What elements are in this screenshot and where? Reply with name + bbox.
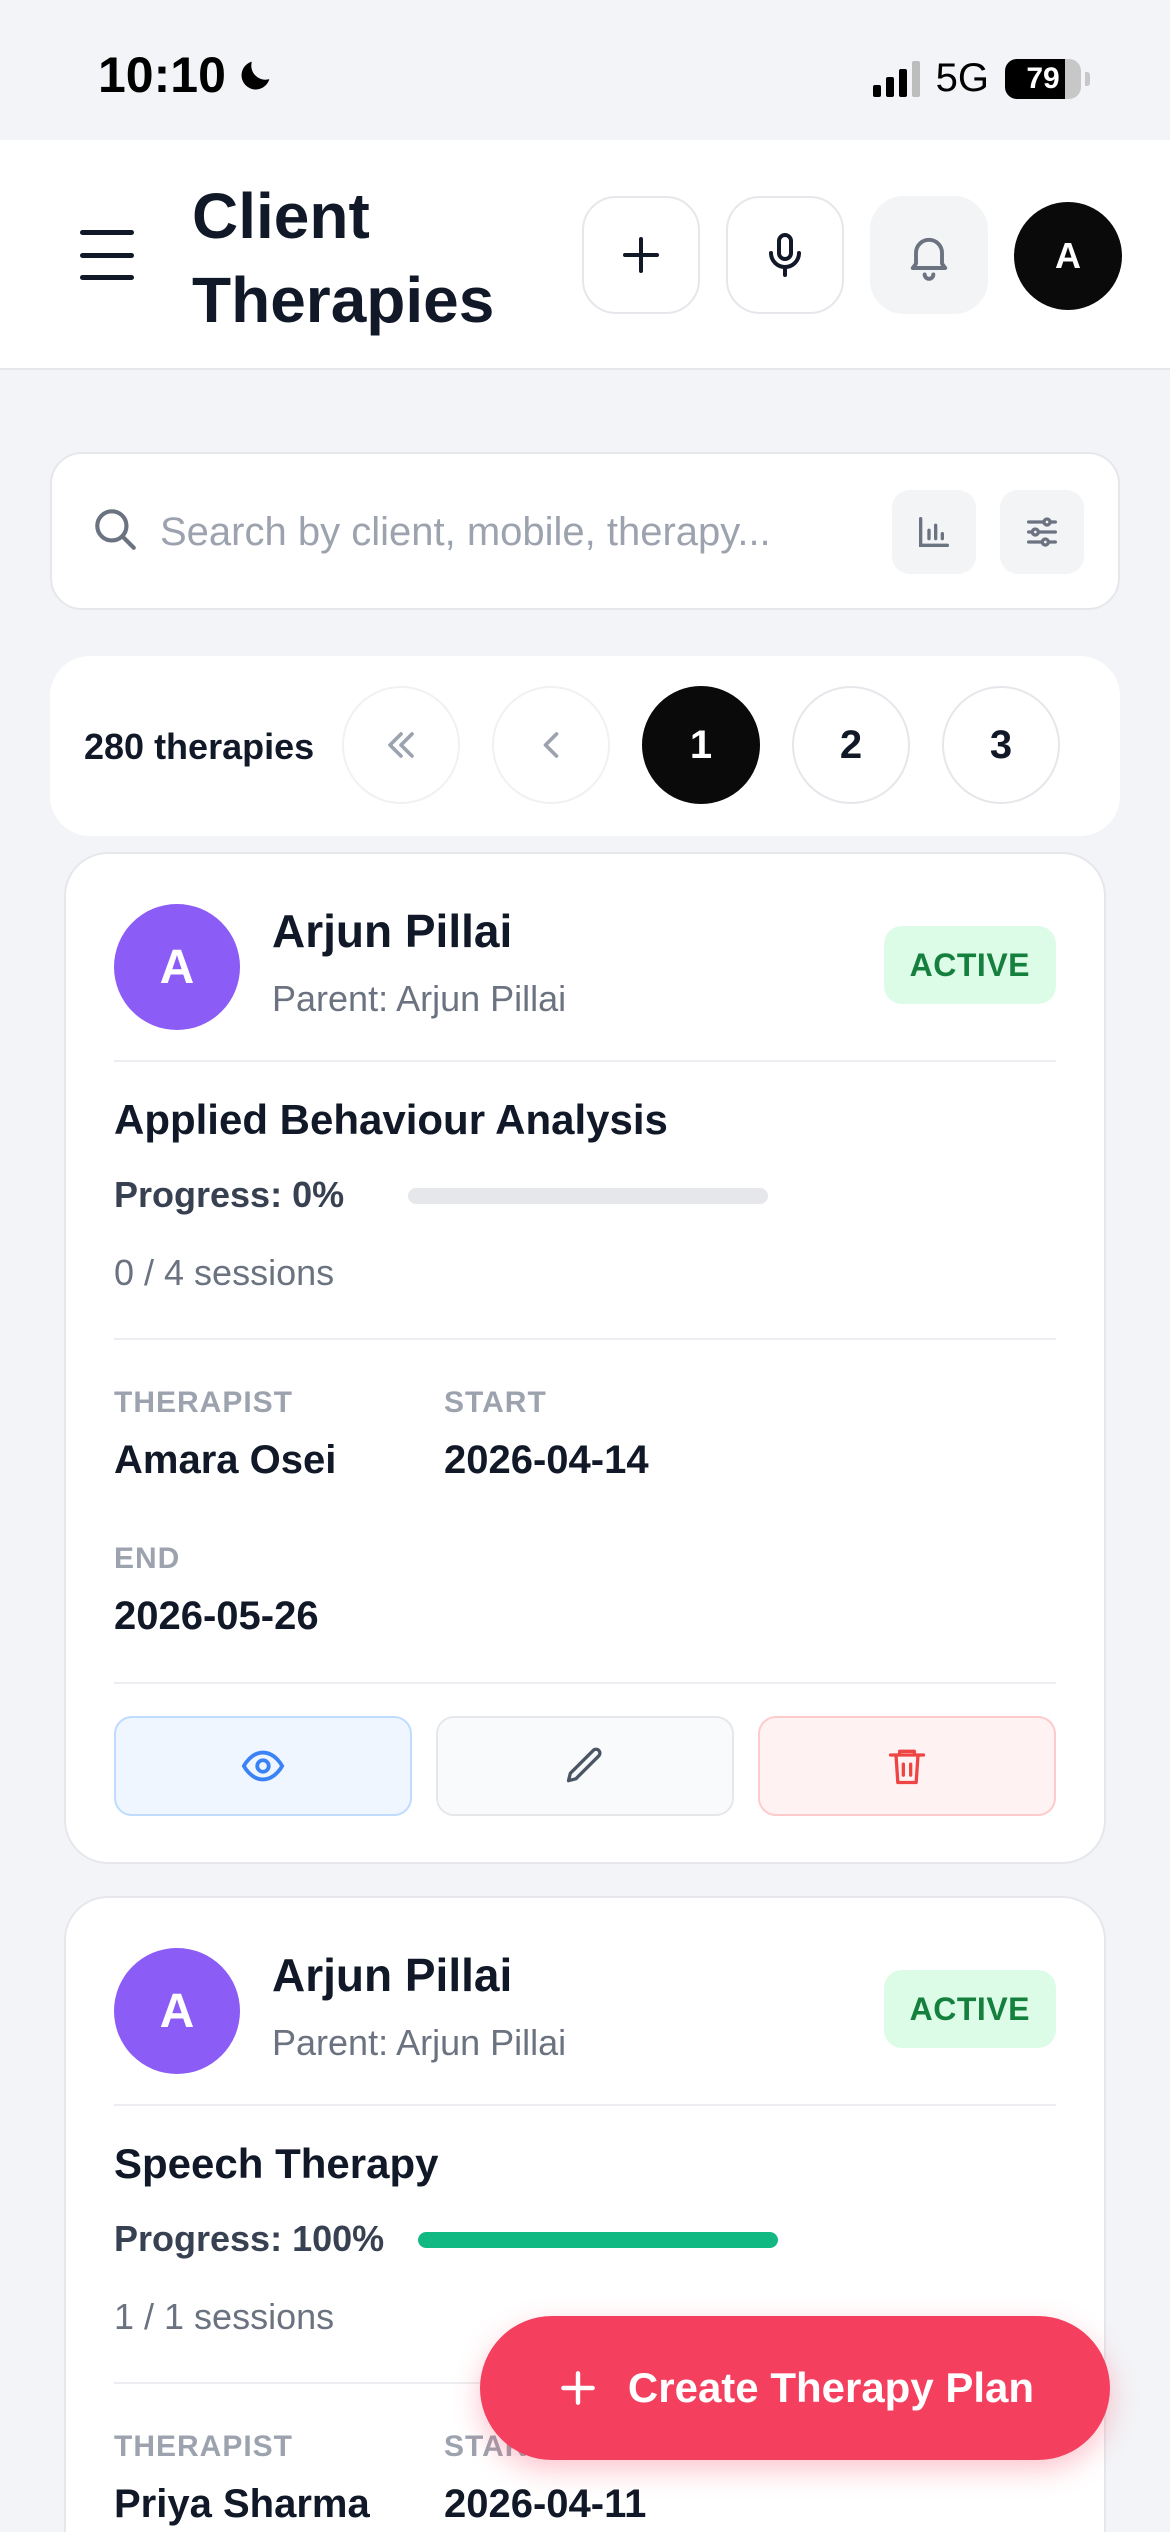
status-bar: 10:10 5G 79	[0, 0, 1170, 140]
chevron-left-icon	[543, 732, 559, 758]
bell-icon	[910, 237, 948, 281]
progress-bar	[408, 1188, 768, 1204]
stats-button[interactable]	[892, 490, 976, 574]
status-time: 10:10	[98, 46, 276, 104]
eye-icon	[241, 1750, 285, 1782]
divider	[114, 2104, 1056, 2106]
search-bar	[50, 452, 1120, 610]
delete-button[interactable]	[758, 1716, 1056, 1816]
status-badge: ACTIVE	[883, 1970, 1056, 2048]
signal-icon	[872, 60, 920, 97]
divider	[114, 1060, 1056, 1062]
status-indicators: 5G 79	[872, 56, 1090, 101]
fab-label: Create Therapy Plan	[627, 2364, 1035, 2411]
start-label: START	[444, 1386, 547, 1419]
parent-name: Parent: Arjun Pillai	[272, 2022, 567, 2063]
app-header: Client Therapies A	[0, 140, 1170, 370]
progress-label: Progress: 0%	[114, 1174, 345, 1215]
page-button-2[interactable]: 2	[792, 686, 910, 804]
double-chevron-left-icon	[388, 732, 414, 758]
sliders-icon	[1027, 517, 1057, 547]
page-button-1[interactable]: 1	[642, 686, 760, 804]
therapy-name: Applied Behaviour Analysis	[114, 1096, 668, 1143]
user-avatar[interactable]: A	[1014, 202, 1122, 310]
first-page-button[interactable]	[342, 686, 460, 804]
plus-icon	[561, 2371, 595, 2405]
clock-text: 10:10	[98, 47, 226, 103]
battery-level: 79	[1026, 61, 1060, 95]
divider	[114, 1338, 1056, 1340]
client-name: Arjun Pillai	[272, 1949, 513, 2001]
start-date: 2026-04-11	[444, 2482, 647, 2526]
network-label: 5G	[935, 56, 989, 100]
therapist-label: THERAPIST	[114, 2430, 294, 2463]
search-icon	[95, 509, 136, 550]
client-avatar: A	[114, 904, 240, 1030]
page-title: Client Therapies	[192, 180, 495, 336]
therapy-name: Speech Therapy	[114, 2140, 439, 2187]
sessions-count: 0 / 4 sessions	[114, 1252, 335, 1293]
chart-icon	[919, 517, 949, 547]
edit-button[interactable]	[436, 1716, 734, 1816]
add-button[interactable]	[582, 196, 700, 314]
menu-icon[interactable]	[80, 230, 134, 280]
moon-icon	[241, 61, 270, 90]
battery-icon: 79	[1005, 58, 1081, 99]
progress-bar	[418, 2232, 778, 2248]
prev-page-button[interactable]	[492, 686, 610, 804]
voice-button[interactable]	[726, 196, 844, 314]
therapist-label: THERAPIST	[114, 1386, 294, 1419]
notifications-button[interactable]	[870, 196, 988, 314]
pagination-bar: 280 therapies 1 2 3	[50, 656, 1120, 836]
progress-label: Progress: 100%	[114, 2218, 385, 2259]
microphone-icon	[769, 233, 801, 277]
trash-icon	[888, 1749, 926, 1785]
page-button-3[interactable]: 3	[942, 686, 1060, 804]
parent-name: Parent: Arjun Pillai	[272, 978, 567, 1019]
therapist-name: Amara Osei	[114, 1438, 337, 1482]
plus-icon	[623, 237, 659, 273]
therapy-count: 280 therapies	[84, 726, 315, 767]
therapist-name: Priya Sharma	[114, 2482, 370, 2526]
sessions-count: 1 / 1 sessions	[114, 2296, 335, 2337]
pencil-icon	[566, 1747, 602, 1783]
start-date: 2026-04-14	[444, 1438, 649, 1482]
end-label: END	[114, 1542, 181, 1575]
filter-button[interactable]	[1000, 490, 1084, 574]
divider	[114, 1682, 1056, 1684]
status-badge: ACTIVE	[883, 926, 1056, 1004]
client-avatar: A	[114, 1948, 240, 2074]
view-button[interactable]	[114, 1716, 412, 1816]
search-input[interactable]	[160, 500, 890, 564]
end-date: 2026-05-26	[114, 1594, 319, 1638]
create-therapy-plan-button[interactable]: Create Therapy Plan	[480, 2316, 1110, 2460]
client-name: Arjun Pillai	[272, 905, 513, 957]
therapy-card[interactable]: A Arjun Pillai Parent: Arjun Pillai ACTI…	[64, 852, 1106, 1864]
